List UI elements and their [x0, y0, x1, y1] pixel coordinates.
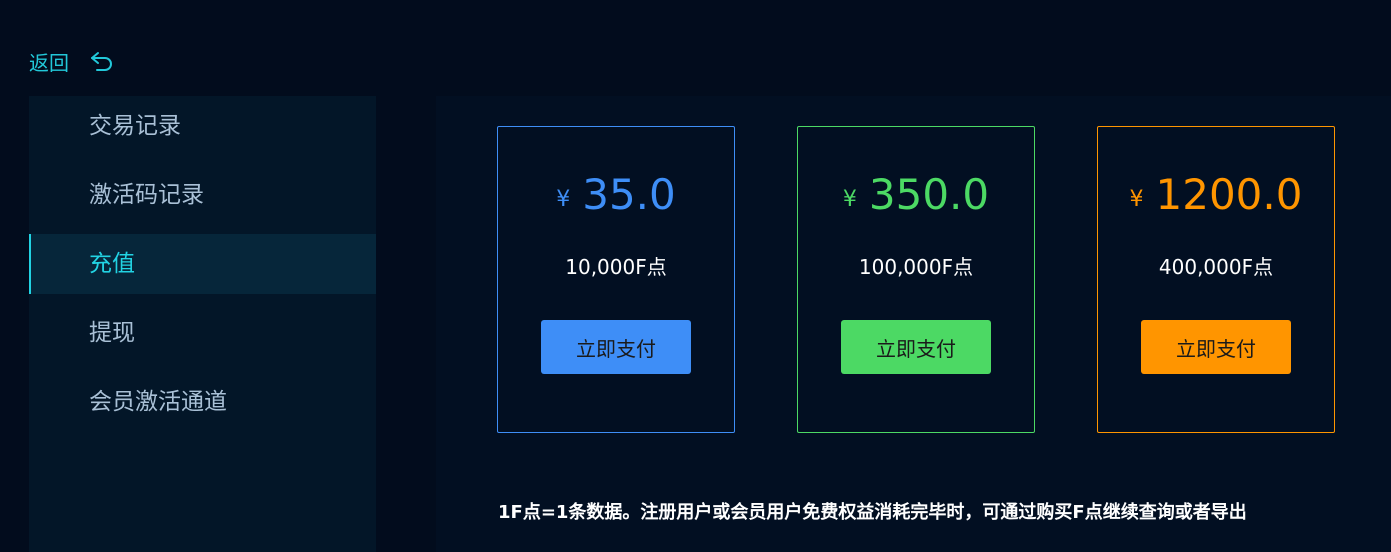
sidebar-item-label: 充值: [89, 251, 135, 277]
sidebar-item-withdraw[interactable]: 提现: [29, 303, 376, 372]
sidebar-item-member-activation[interactable]: 会员激活通道: [29, 372, 376, 441]
plan-points: 400,000F点: [1158, 255, 1274, 279]
currency-symbol: ¥: [842, 186, 857, 212]
price-amount: 1200.0: [1155, 169, 1303, 219]
sidebar: 交易记录 激活码记录 充值 提现 会员激活通道: [29, 96, 376, 552]
sidebar-item-label: 交易记录: [89, 113, 181, 139]
sidebar-item-label: 提现: [89, 320, 135, 346]
back-link[interactable]: 返回: [29, 47, 115, 76]
return-arrow-icon: [89, 49, 115, 75]
sidebar-item-recharge[interactable]: 充值: [29, 234, 376, 294]
currency-symbol: ¥: [1129, 186, 1144, 212]
plan-points: 100,000F点: [858, 255, 974, 279]
plan-price: ¥ 35.0: [498, 167, 734, 221]
back-label: 返回: [29, 51, 69, 75]
plan-points: 10,000F点: [565, 255, 667, 279]
price-amount: 35.0: [582, 169, 676, 219]
pay-now-button[interactable]: 立即支付: [841, 320, 991, 374]
plan-card: ¥ 1200.0 400,000F点 立即支付: [1097, 126, 1335, 433]
currency-symbol: ¥: [556, 186, 571, 212]
plan-card: ¥ 35.0 10,000F点 立即支付: [497, 126, 735, 433]
recharge-panel: ¥ 35.0 10,000F点 立即支付 ¥ 350.0 100,000F点 立…: [436, 96, 1391, 552]
price-amount: 350.0: [868, 169, 990, 219]
sidebar-item-transactions[interactable]: 交易记录: [29, 96, 376, 165]
sidebar-item-label: 激活码记录: [89, 182, 204, 208]
plan-price: ¥ 1200.0: [1098, 167, 1334, 221]
recharge-page: 返回 交易记录 激活码记录 充值 提现 会员激活通道 ¥ 35.0 10,000…: [0, 0, 1391, 552]
plan-price: ¥ 350.0: [798, 167, 1034, 221]
sidebar-item-activation-codes[interactable]: 激活码记录: [29, 165, 376, 234]
pay-now-button[interactable]: 立即支付: [1141, 320, 1291, 374]
points-note: 1F点=1条数据。注册用户或会员用户免费权益消耗完毕时，可通过购买F点继续查询或…: [498, 502, 1247, 523]
sidebar-item-label: 会员激活通道: [89, 389, 227, 415]
pay-now-button[interactable]: 立即支付: [541, 320, 691, 374]
plan-card: ¥ 350.0 100,000F点 立即支付: [797, 126, 1035, 433]
